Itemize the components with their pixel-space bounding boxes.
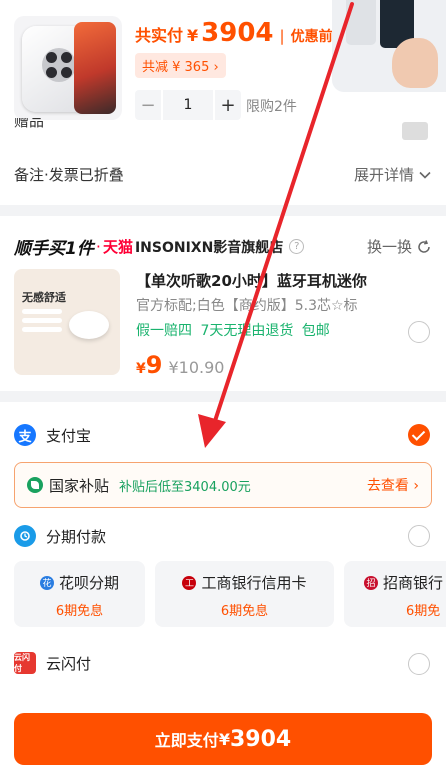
pay-button-amount: 3904: [229, 726, 292, 752]
tmall-logo: 天猫: [102, 238, 133, 256]
gift-label: 赠品: [14, 118, 45, 130]
icbc-icon: 工: [182, 575, 197, 590]
installment-label: 分期付款: [46, 527, 107, 546]
plan-name-row: 工 工商银行信用卡: [155, 572, 334, 593]
plan-interest-free: 6期免息: [220, 604, 269, 619]
phone-screen: [74, 22, 116, 114]
shop-name[interactable]: INSONIXN影音旗舰店: [135, 237, 283, 257]
total-label: 共实付: [135, 26, 184, 45]
refresh-icon: [418, 239, 430, 253]
addon-price: ¥ 9 ¥10.90: [136, 351, 224, 379]
camera-lens: [46, 52, 57, 63]
expand-details-label: 展开详情: [353, 166, 414, 184]
camera-lens: [61, 52, 72, 63]
total-price-line: 共实付 ¥ 3904 | 优惠前: [135, 18, 333, 48]
camera-module: [42, 48, 76, 82]
expand-details-button[interactable]: 展开详情: [354, 164, 432, 185]
addon-original-price: ¥10.90: [168, 358, 225, 377]
huabei-icon: 花: [39, 575, 54, 590]
unionpay-quickpass-icon: 云闪付: [14, 652, 36, 674]
swap-label: 换一换: [366, 238, 412, 256]
pay-now-button[interactable]: 立即支付 ¥ 3904: [14, 713, 432, 765]
remark-invoice-label: 备注·发票已折叠: [14, 166, 124, 184]
image-decor: [22, 309, 62, 345]
alipay-radio[interactable]: [408, 424, 430, 446]
subsidy-description: 补贴后低至3404.00元: [119, 479, 251, 495]
help-icon[interactable]: ?: [289, 239, 305, 254]
payment-method-card: 支 支付宝 国家补贴 补贴后低至3404.00元 去查看 › 分期付款 花 花呗…: [0, 402, 446, 771]
addon-header: 顺手买1件 · 天猫 INSONIXN影音旗舰店 ?: [14, 234, 305, 259]
addon-currency: ¥: [136, 361, 146, 377]
alipay-icon: 支: [14, 424, 36, 446]
total-amount: 3904: [201, 18, 274, 48]
unionpay-label: 云闪付: [46, 654, 92, 673]
addon-product-card: 顺手买1件 · 天猫 INSONIXN影音旗舰店 ? 换一换 无感舒适 【单次听…: [0, 216, 446, 391]
discount-badge[interactable]: 共减 ¥ 365 ›: [135, 53, 226, 78]
swap-button[interactable]: 换一换: [367, 236, 432, 257]
quantity-value[interactable]: 1: [161, 90, 215, 120]
separator: |: [279, 27, 285, 45]
plan-name-row: 招 招商银行: [344, 572, 446, 593]
product-thumbnail[interactable]: [14, 16, 122, 120]
plan-icbc-credit[interactable]: 工 工商银行信用卡 6期免息: [155, 561, 334, 627]
plan-name: 工商银行信用卡: [201, 574, 307, 592]
camera-lens: [46, 67, 57, 78]
gift-thumbnail: [402, 122, 428, 140]
purchase-limit: 限购2件: [246, 99, 297, 115]
addon-select-radio[interactable]: [408, 321, 430, 343]
installment-option[interactable]: 分期付款: [14, 525, 106, 547]
addon-current-price: 9: [145, 351, 163, 379]
phone-image: [346, 0, 376, 45]
image-caption: 无感舒适: [22, 291, 66, 304]
alipay-label: 支付宝: [46, 426, 92, 445]
addon-brand-text: 顺手买1件: [14, 239, 94, 259]
quantity-stepper: − 1 +: [135, 90, 241, 120]
dot-separator: ·: [95, 237, 101, 256]
plan-name-row: 花 花呗分期: [14, 572, 145, 593]
gift-row: 赠品: [14, 118, 434, 140]
national-subsidy-banner[interactable]: 国家补贴 补贴后低至3404.00元 去查看 ›: [14, 462, 432, 508]
unionpay-option[interactable]: 云闪付 云闪付: [14, 652, 91, 674]
plan-huabei[interactable]: 花 花呗分期 6期免息: [14, 561, 145, 627]
plan-cmb[interactable]: 招 招商银行 6期免: [344, 561, 446, 627]
plan-name: 花呗分期: [58, 574, 119, 592]
alipay-option[interactable]: 支 支付宝: [14, 424, 91, 446]
plan-interest-free: 6期免息: [55, 604, 104, 619]
pay-button-currency: ¥: [218, 729, 230, 749]
hand-image: [392, 38, 438, 88]
cmb-icon: 招: [364, 575, 378, 590]
unionpay-radio[interactable]: [408, 653, 430, 675]
addon-service-tags: 假一赔四 7天无理由退货 包邮: [136, 323, 330, 339]
overlay-product-image: [332, 0, 446, 92]
installment-icon: [14, 525, 36, 547]
earbuds-thumbnail[interactable]: 无感舒适: [14, 269, 120, 375]
chevron-down-icon: [419, 171, 431, 179]
subsidy-view-link[interactable]: 去查看 ›: [367, 475, 419, 495]
order-summary-card: 共实付 ¥ 3904 | 优惠前 共减 ¥ 365 › − 1 + 限购2件 赠…: [0, 0, 446, 205]
currency-symbol: ¥: [187, 26, 199, 45]
plan-name: 招商银行: [383, 574, 444, 592]
installment-radio[interactable]: [408, 525, 430, 547]
discount-label: 优惠前: [290, 29, 333, 45]
camera-lens: [61, 67, 72, 78]
increase-button[interactable]: +: [215, 95, 241, 116]
decrease-button[interactable]: −: [135, 95, 161, 116]
pay-button-label: 立即支付: [154, 731, 219, 750]
addon-product-spec: 官方标配;白色【商约版】5.3芯☆标: [136, 298, 358, 314]
addon-product-title[interactable]: 【单次听歌20小时】蓝牙耳机迷你: [136, 270, 367, 291]
earbud-image: [69, 311, 109, 339]
plan-interest-free: 6期免: [406, 604, 441, 619]
leaf-icon: [27, 477, 43, 493]
subsidy-name: 国家补贴: [49, 476, 110, 495]
